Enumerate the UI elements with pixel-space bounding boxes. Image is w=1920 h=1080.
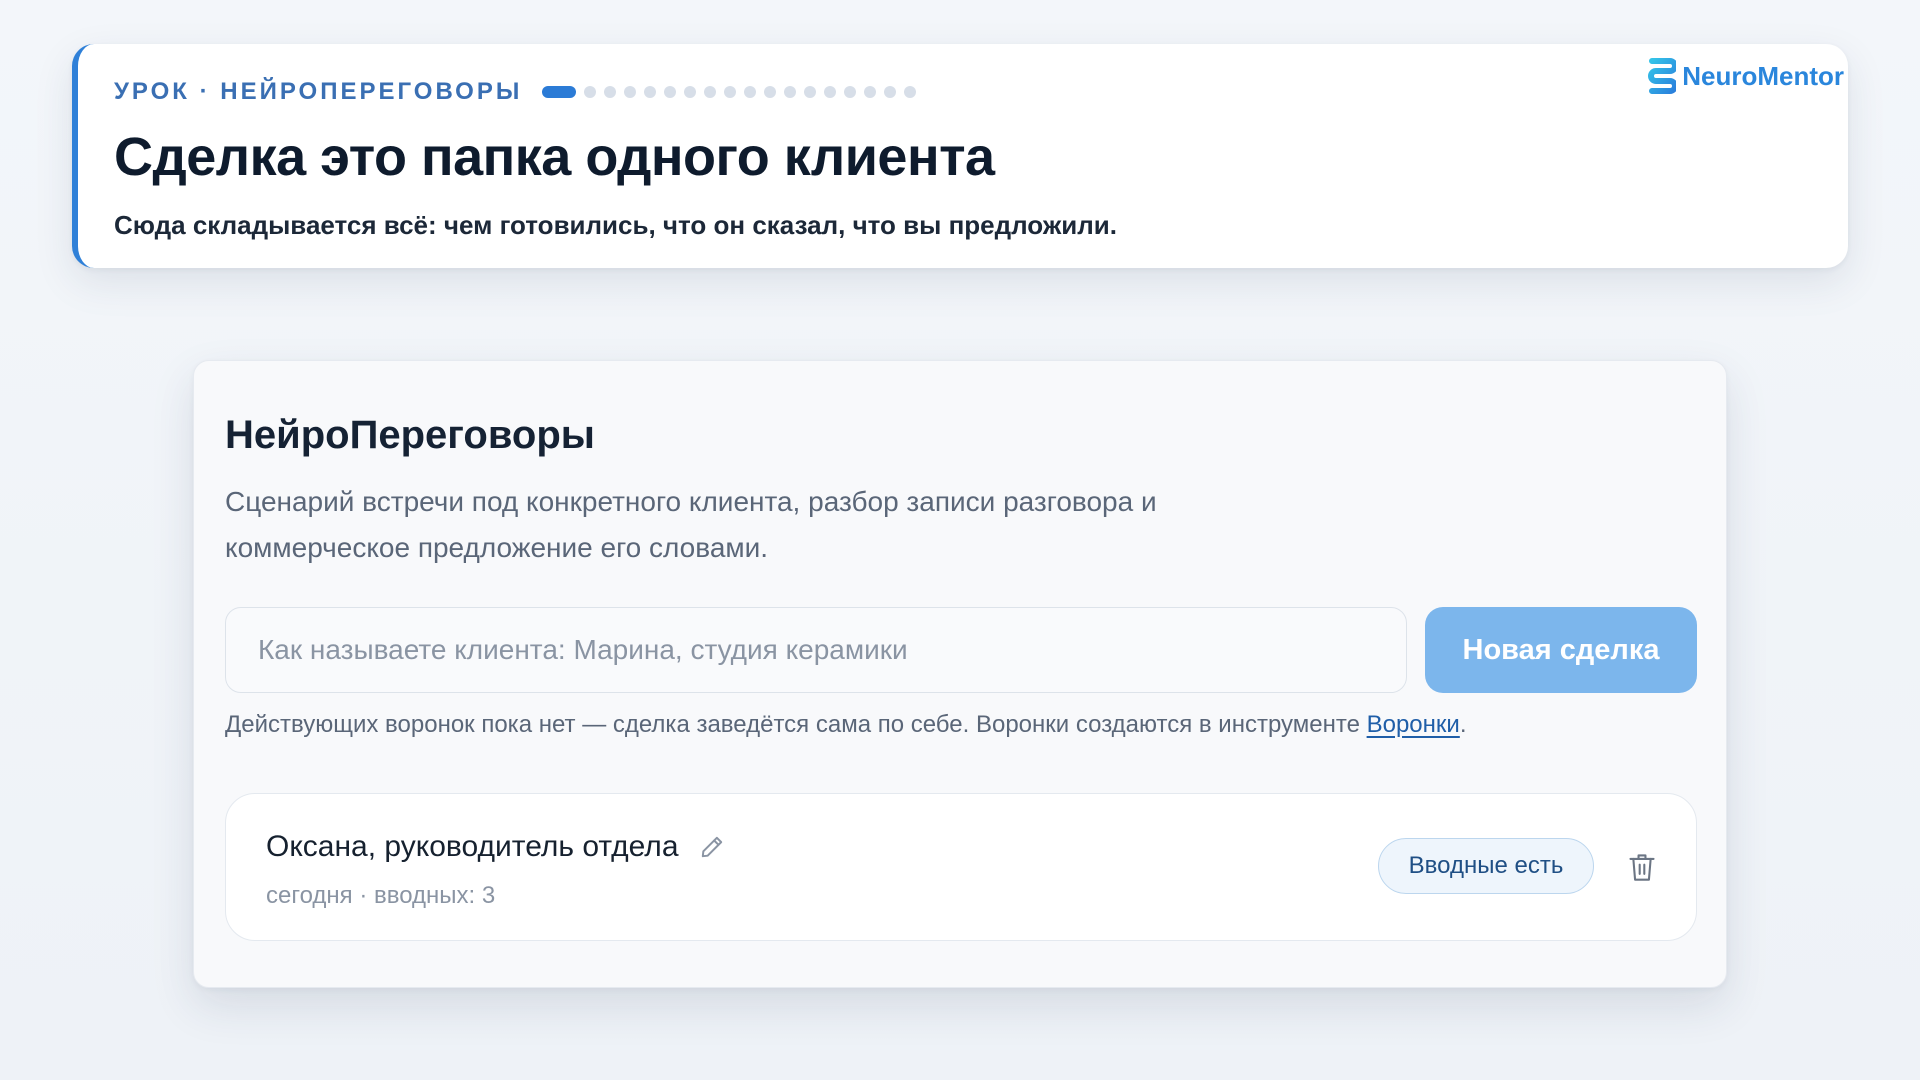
funnels-hint: Действующих воронок пока нет — сделка за… (225, 711, 1466, 739)
progress-step (584, 86, 597, 98)
trash-icon[interactable] (1628, 852, 1656, 882)
tool-title: НейроПереговоры (225, 413, 595, 457)
negotiations-tool-panel: НейроПереговоры Сценарий встречи под кон… (193, 360, 1727, 988)
lesson-top-row: УРОК · НЕЙРОПЕРЕГОВОРЫ (114, 76, 1848, 108)
progress-step (664, 86, 677, 98)
page: УРОК · НЕЙРОПЕРЕГОВОРЫ Сделка это папка … (0, 0, 1920, 1080)
status-badge[interactable]: Вводные есть (1378, 838, 1594, 894)
new-deal-button[interactable]: Новая сделка (1425, 607, 1697, 693)
progress-step (784, 86, 797, 98)
deal-meta: сегодня · вводных: 3 (266, 882, 496, 909)
brand-name: NeuroMentor (1682, 60, 1844, 91)
lesson-progress (542, 86, 917, 98)
lesson-subtitle: Сюда складывается всё: чем готовились, ч… (114, 210, 1117, 240)
progress-step (624, 86, 637, 98)
progress-step (824, 86, 837, 98)
client-name-input[interactable] (225, 607, 1407, 693)
progress-step (884, 86, 897, 98)
progress-step (604, 86, 617, 98)
funnels-link[interactable]: Воронки (1367, 711, 1460, 738)
deal-card[interactable]: Оксана, руководитель отдела сегодня · вв… (225, 793, 1697, 941)
lesson-title: Сделка это папка одного клиента (114, 127, 995, 187)
brand-logo-icon (1648, 58, 1677, 94)
funnels-hint-end: . (1459, 711, 1467, 738)
deal-name-row: Оксана, руководитель отдела (266, 830, 725, 864)
pencil-icon[interactable] (699, 834, 725, 860)
progress-step (844, 86, 857, 98)
progress-step (644, 86, 657, 98)
tool-description: Сценарий встречи под конкретного клиента… (225, 486, 1157, 563)
progress-step (744, 86, 757, 98)
progress-step (764, 86, 777, 98)
lesson-kicker: УРОК · НЕЙРОПЕРЕГОВОРЫ (114, 78, 523, 105)
progress-step (904, 86, 917, 98)
lesson-header-card: УРОК · НЕЙРОПЕРЕГОВОРЫ Сделка это папка … (72, 44, 1848, 268)
progress-step (684, 86, 697, 98)
brand-logo: NeuroMentor (1646, 58, 1844, 94)
progress-step (724, 86, 737, 98)
progress-step (864, 86, 877, 98)
progress-step-current (542, 86, 577, 98)
funnels-hint-text: Действующих воронок пока нет — сделка за… (225, 711, 1367, 738)
deal-name: Оксана, руководитель отдела (266, 830, 679, 863)
progress-step (804, 86, 817, 98)
progress-step (704, 86, 717, 98)
